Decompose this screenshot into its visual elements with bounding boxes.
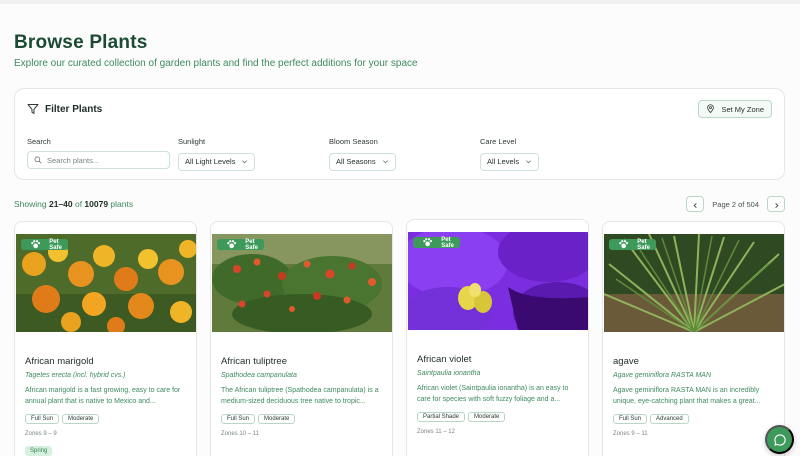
filter-icon xyxy=(27,103,39,115)
page-subtitle: Explore our curated collection of garden… xyxy=(14,58,418,69)
chat-button[interactable] xyxy=(765,425,794,454)
top-divider xyxy=(0,0,800,4)
filter-header: Filter Plants xyxy=(27,103,102,115)
paw-icon xyxy=(423,238,433,247)
paw-icon xyxy=(227,240,237,249)
set-my-zone-label: Set My Zone xyxy=(721,104,764,114)
plant-photo: Pet Safe xyxy=(408,232,588,330)
plant-description: African marigold is a fast growing, easy… xyxy=(25,387,181,405)
filter-title: Filter Plants xyxy=(45,103,103,115)
plant-tags: Full Sun Moderate xyxy=(25,414,100,424)
sunlight-tag: Full Sun xyxy=(613,414,648,424)
plant-scientific-name: Tagetes erecta (incl. hybrid cvs.) xyxy=(25,372,126,379)
pet-safe-badge: Pet Safe xyxy=(413,236,460,249)
pagination: Page 2 of 504 xyxy=(686,196,785,212)
search-input[interactable] xyxy=(47,155,157,165)
bloom-season-select[interactable]: All Seasons xyxy=(329,152,396,171)
plant-name: African violet xyxy=(417,354,472,365)
plant-card[interactable]: Pet Safe African tuliptree Spathodea cam… xyxy=(210,221,393,456)
plant-name: African tuliptree xyxy=(221,356,288,367)
next-page-button[interactable] xyxy=(767,196,785,212)
pet-safe-label: Pet Safe xyxy=(49,238,62,251)
pet-safe-badge: Pet Safe xyxy=(609,238,656,251)
chevron-right-icon xyxy=(773,197,780,212)
plant-scientific-name: Agave geminiflora RASTA MAN xyxy=(613,372,712,379)
results-of: of xyxy=(72,199,85,209)
care-tag: Moderate xyxy=(62,414,100,424)
season-badge: Spring xyxy=(25,446,53,456)
care-tag: Moderate xyxy=(258,414,296,424)
chevron-left-icon xyxy=(692,197,699,212)
chevron-down-icon xyxy=(241,158,248,165)
bloom-season-value: All Seasons xyxy=(336,157,376,166)
location-pin-icon xyxy=(706,103,715,115)
filter-panel: Filter Plants Set My Zone Search Sunligh… xyxy=(14,88,785,180)
plant-description: The African tuliptree (Spathodea campanu… xyxy=(221,387,379,405)
care-tag: Advanced xyxy=(650,414,689,424)
pet-safe-label: Pet Safe xyxy=(441,236,454,249)
care-tag: Moderate xyxy=(468,412,506,422)
chevron-down-icon xyxy=(382,158,389,165)
pet-safe-label: Pet Safe xyxy=(245,238,258,251)
bloom-season-label: Bloom Season xyxy=(329,137,378,146)
sunlight-tag: Full Sun xyxy=(25,414,60,424)
plant-description: African violet (Saintpaulia ionantha) is… xyxy=(417,385,569,403)
sunlight-label: Sunlight xyxy=(178,137,206,146)
page-indicator: Page 2 of 504 xyxy=(712,199,759,209)
search-box[interactable] xyxy=(27,151,170,169)
pet-safe-badge: Pet Safe xyxy=(21,238,68,251)
plant-card[interactable]: Pet Safe agave Agave geminiflora RASTA M… xyxy=(602,221,785,456)
plant-zones: Zones 9 – 11 xyxy=(613,431,648,437)
plant-tags: Full Sun Advanced xyxy=(613,414,689,424)
results-total: 10079 xyxy=(84,199,109,209)
search-label: Search xyxy=(27,137,51,146)
plant-tags: Full Sun Moderate xyxy=(221,414,296,424)
care-level-value: All Levels xyxy=(487,157,520,166)
search-filter: Search xyxy=(27,137,170,169)
results-suffix: plants xyxy=(108,199,134,209)
plant-name: African marigold xyxy=(25,356,94,367)
bloom-season-filter: Bloom Season All Seasons xyxy=(329,137,396,171)
plant-tags: Partial Shade Moderate xyxy=(417,412,506,422)
plant-scientific-name: Saintpaulia ionantha xyxy=(417,370,481,377)
sunlight-select[interactable]: All Light Levels xyxy=(178,152,256,171)
plant-name: agave xyxy=(613,356,639,367)
pet-safe-label: Pet Safe xyxy=(637,238,650,251)
sunlight-filter: Sunlight All Light Levels xyxy=(178,137,256,171)
search-icon xyxy=(34,151,42,169)
previous-page-button[interactable] xyxy=(686,196,705,212)
page-title: Browse Plants xyxy=(14,32,148,53)
care-level-label: Care Level xyxy=(480,137,517,146)
care-level-select[interactable]: All Levels xyxy=(480,152,540,171)
plant-photo: Pet Safe xyxy=(212,234,392,332)
chat-icon xyxy=(773,433,786,446)
paw-icon xyxy=(31,240,41,249)
results-range: 21–40 xyxy=(48,199,73,209)
plant-description: Agave geminiflora RASTA MAN is an incred… xyxy=(613,387,761,405)
plant-scientific-name: Spathodea campanulata xyxy=(221,372,297,379)
plant-zones: Zones 10 – 11 xyxy=(221,431,259,437)
plant-photo: Pet Safe xyxy=(16,234,196,332)
pet-safe-badge: Pet Safe xyxy=(217,238,264,251)
sunlight-value: All Light Levels xyxy=(185,157,236,166)
plant-zones: Zones 11 – 12 xyxy=(417,429,455,435)
results-count: Showing 21–40 of 10079 plants xyxy=(14,199,133,209)
plant-card[interactable]: Pet Safe African violet Saintpaulia iona… xyxy=(406,219,589,456)
plant-photo: Pet Safe xyxy=(604,234,784,332)
results-prefix: Showing xyxy=(14,199,49,209)
sunlight-tag: Partial Shade xyxy=(417,412,466,422)
set-my-zone-button[interactable]: Set My Zone xyxy=(698,100,772,118)
plant-card[interactable]: Pet Safe African marigold Tagetes erecta… xyxy=(14,221,197,456)
sunlight-tag: Full Sun xyxy=(221,414,256,424)
chevron-down-icon xyxy=(525,158,532,165)
care-level-filter: Care Level All Levels xyxy=(480,137,540,171)
plant-zones: Zones 9 – 9 xyxy=(25,431,57,437)
paw-icon xyxy=(619,240,629,249)
